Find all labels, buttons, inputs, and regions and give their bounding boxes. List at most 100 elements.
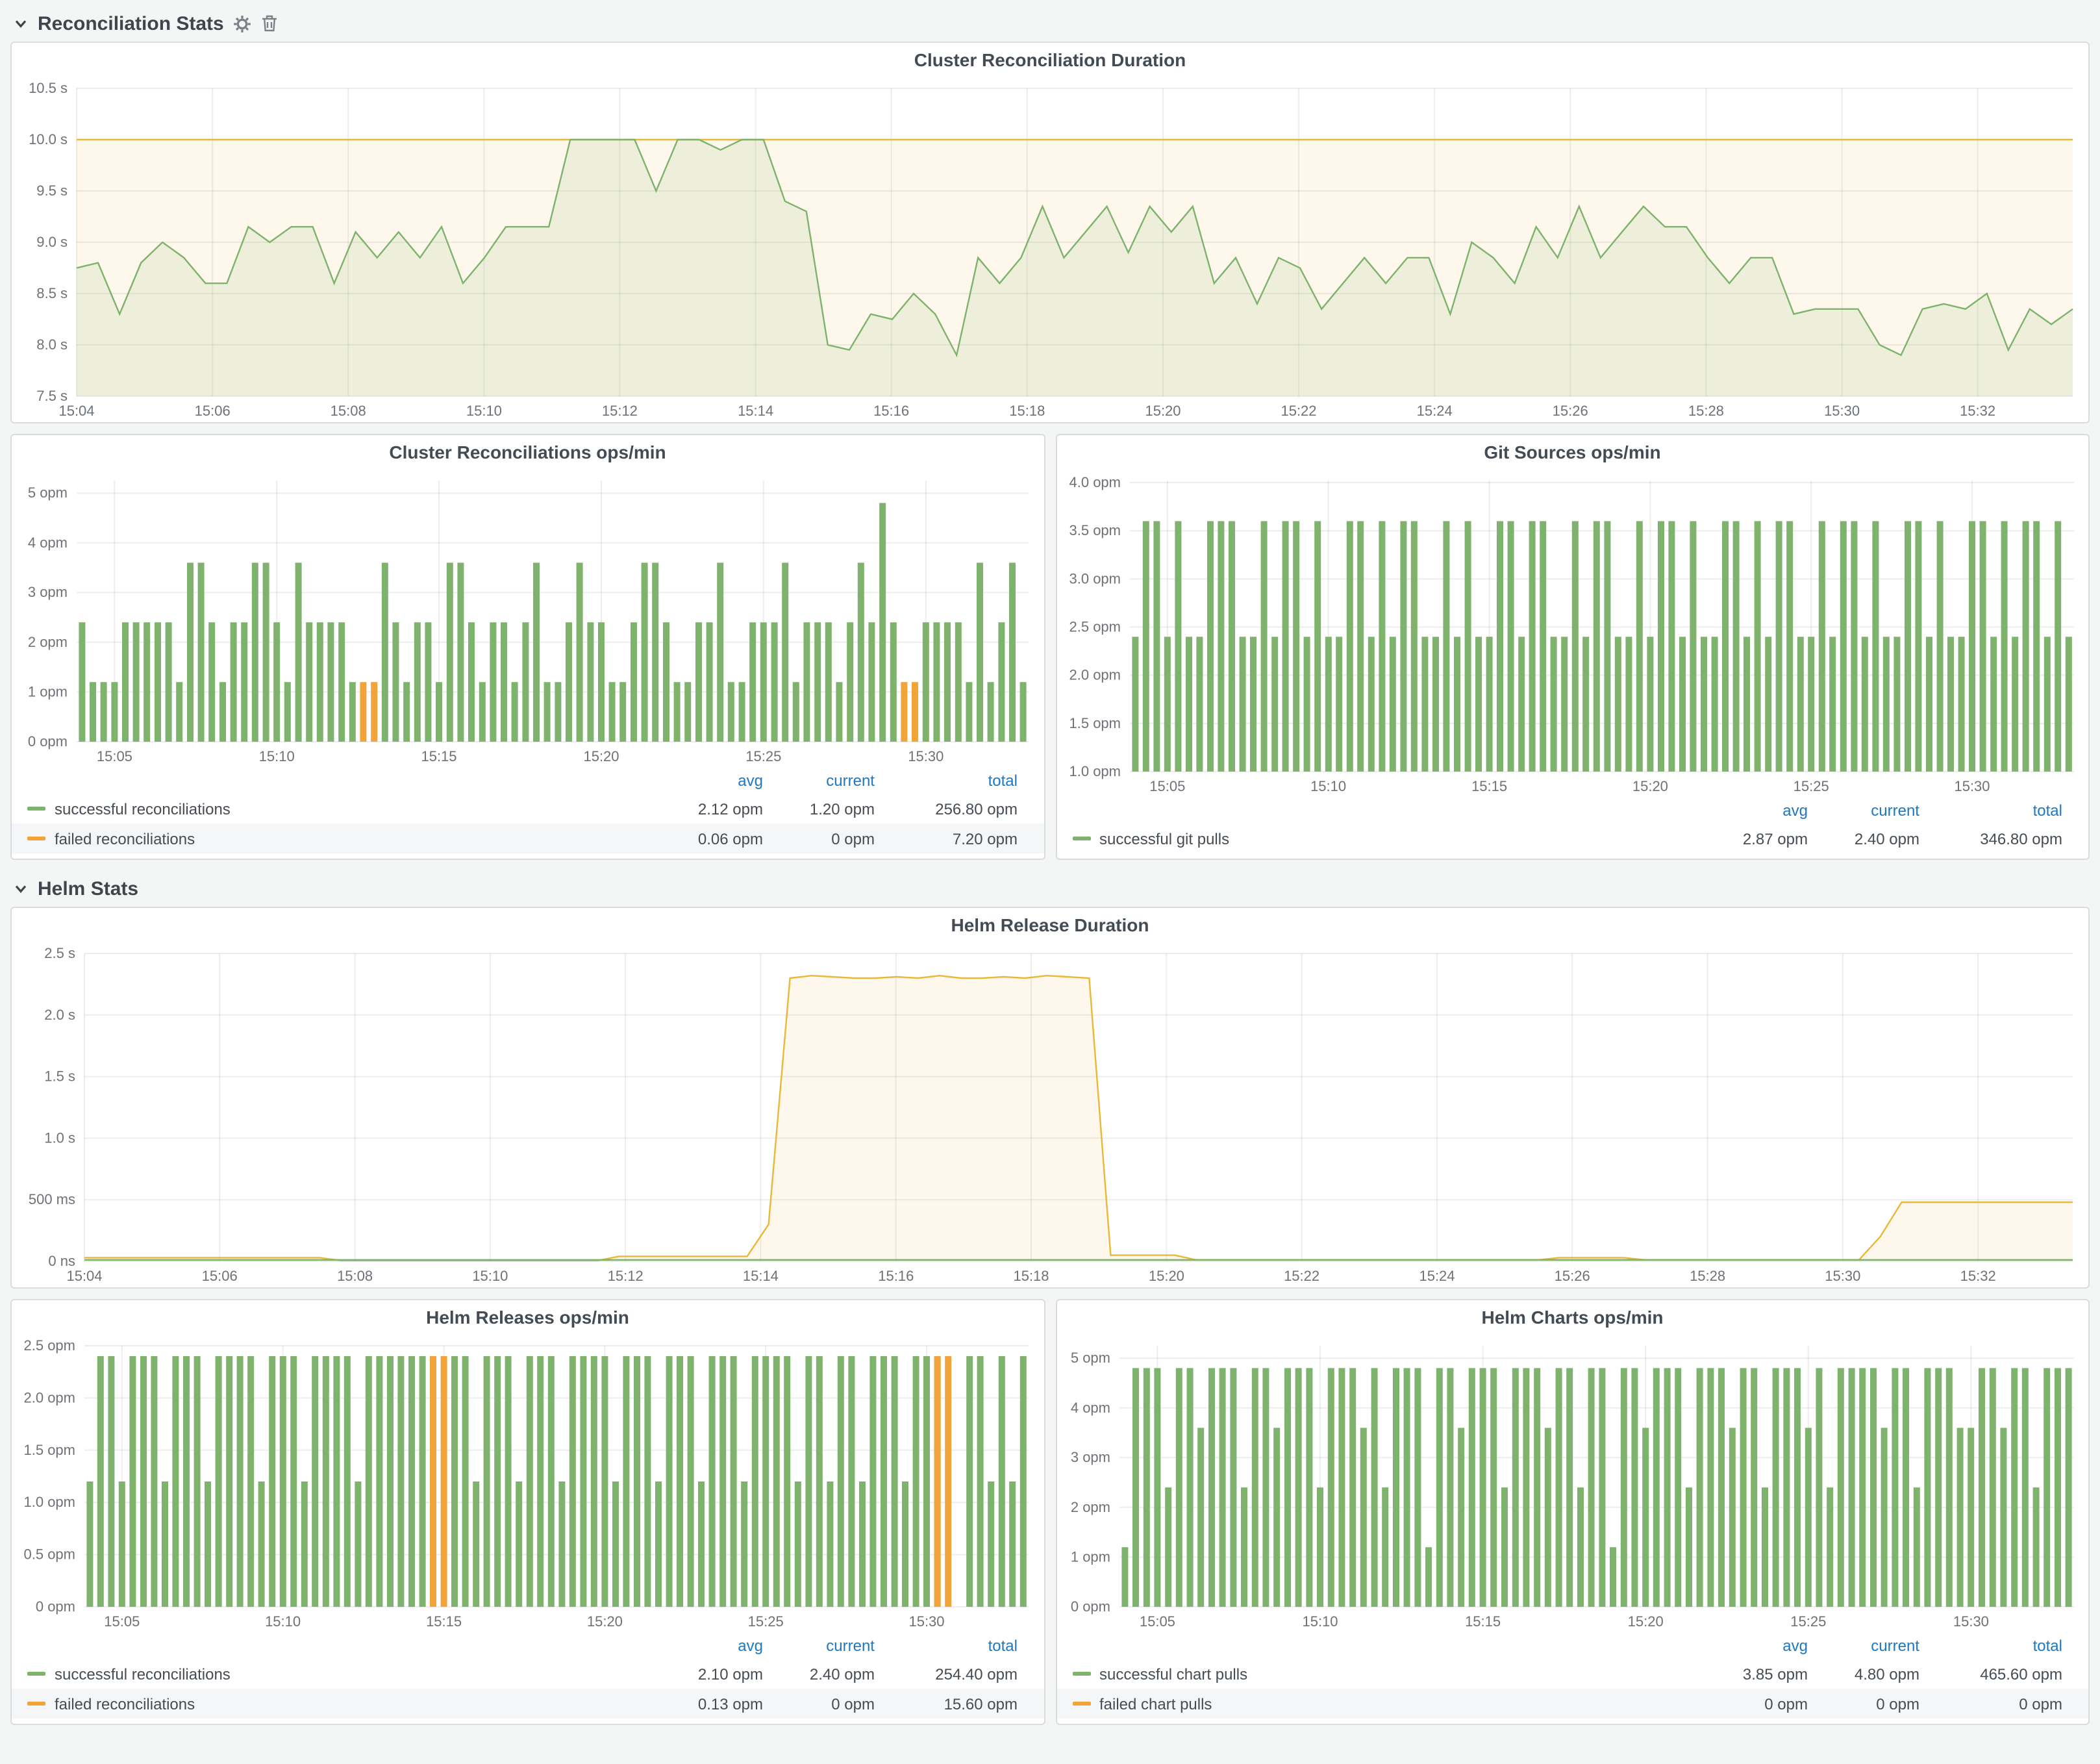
panel-title-cluster-reconciliations-opm[interactable]: Cluster Reconciliations ops/min (12, 435, 1044, 470)
series-avg: 3.85 opm (1696, 1665, 1808, 1683)
series-label: failed reconciliations (55, 1695, 195, 1713)
panel-cluster-reconciliations-opm: Cluster Reconciliations ops/min 0 opm 1 o… (10, 434, 1045, 860)
svg-text:15:25: 15:25 (1790, 1613, 1825, 1630)
legend-header: avg current total (1056, 798, 2088, 824)
legend-sort-current[interactable]: current (1808, 1637, 1919, 1655)
chevron-down-icon[interactable] (13, 881, 29, 896)
svg-text:2.5 s: 2.5 s (44, 945, 75, 961)
series-current: 0 opm (1808, 1695, 1919, 1713)
cluster-reconciliations-opm-chart[interactable]: 0 opm1 opm2 opm3 opm4 opm5 opm15:0515:10… (12, 470, 1044, 768)
legend: avg current total successful chart pulls… (1056, 1633, 2088, 1724)
svg-text:15:10: 15:10 (472, 1268, 508, 1284)
svg-text:15:15: 15:15 (1464, 1613, 1500, 1630)
svg-text:7.5 s: 7.5 s (36, 388, 68, 404)
svg-text:0 opm: 0 opm (28, 733, 68, 750)
svg-text:15:12: 15:12 (602, 403, 638, 419)
svg-text:15:22: 15:22 (1284, 1268, 1319, 1284)
panel-title-helm-charts-opm[interactable]: Helm Charts ops/min (1056, 1300, 2088, 1335)
legend-header: avg current total (12, 1633, 1044, 1659)
helm-releases-opm-chart[interactable]: 0 opm0.5 opm1.0 opm1.5 opm2.0 opm2.5 opm… (12, 1335, 1044, 1633)
svg-text:15:28: 15:28 (1688, 403, 1724, 419)
series-total: 346.80 opm (1919, 829, 2062, 848)
series-dash-icon (1072, 1702, 1090, 1706)
svg-text:15:12: 15:12 (608, 1268, 644, 1284)
series-label: successful chart pulls (1099, 1665, 1247, 1683)
svg-text:15:10: 15:10 (466, 403, 502, 419)
svg-text:15:20: 15:20 (1145, 403, 1181, 419)
section-header-helm-stats[interactable]: Helm Stats (10, 870, 2090, 907)
series-dash-icon (1072, 1672, 1090, 1676)
legend-sort-total[interactable]: total (1919, 801, 2062, 820)
legend-sort-total[interactable]: total (875, 1637, 1018, 1655)
panel-helm-charts-opm: Helm Charts ops/min 0 opm1 opm2 opm3 opm… (1055, 1299, 2090, 1725)
svg-text:15:10: 15:10 (1310, 778, 1345, 794)
legend-row-successful-chart-pulls[interactable]: successful chart pulls 3.85 opm 4.80 opm… (1056, 1659, 2088, 1689)
cluster-reconciliation-duration-chart[interactable]: 7.5 s8.0 s8.5 s9.0 s9.5 s10.0 s10.5 s15:… (12, 78, 2088, 422)
legend-header: avg current total (12, 768, 1044, 794)
legend-row-failed-chart-pulls[interactable]: failed chart pulls 0 opm 0 opm 0 opm (1056, 1689, 2088, 1719)
svg-text:15:22: 15:22 (1281, 403, 1316, 419)
svg-text:1 opm: 1 opm (1070, 1548, 1110, 1565)
svg-text:3.0 opm: 3.0 opm (1069, 570, 1121, 586)
gear-icon[interactable] (233, 14, 253, 33)
series-total: 7.20 opm (875, 829, 1018, 848)
svg-text:1.0 s: 1.0 s (44, 1129, 75, 1146)
panel-title-git-sources-opm[interactable]: Git Sources ops/min (1056, 435, 2088, 470)
legend-row-failed-reconciliations[interactable]: failed reconciliations 0.13 opm 0 opm 15… (12, 1689, 1044, 1719)
svg-text:9.5 s: 9.5 s (36, 183, 68, 199)
svg-text:15:16: 15:16 (878, 1268, 914, 1284)
legend-row-successful-reconciliations[interactable]: successful reconciliations 2.10 opm 2.40… (12, 1659, 1044, 1689)
panel-title-cluster-reconciliation-duration[interactable]: Cluster Reconciliation Duration (12, 43, 2088, 78)
legend-sort-current[interactable]: current (1808, 801, 1919, 820)
series-current: 0 opm (763, 829, 875, 848)
svg-text:2.0 s: 2.0 s (44, 1007, 75, 1023)
legend-sort-total[interactable]: total (1919, 1637, 2062, 1655)
section-header-reconciliation-stats[interactable]: Reconciliation Stats (10, 5, 2090, 42)
series-dash-icon (27, 837, 45, 840)
legend-sort-current[interactable]: current (763, 772, 875, 790)
series-label: successful reconciliations (55, 1665, 231, 1683)
trash-icon[interactable] (262, 14, 279, 32)
legend-sort-avg[interactable]: avg (1696, 1637, 1808, 1655)
svg-text:10.5 s: 10.5 s (29, 80, 68, 96)
svg-text:15:16: 15:16 (873, 403, 909, 419)
svg-text:15:08: 15:08 (337, 1268, 373, 1284)
legend-row-failed-reconciliations[interactable]: failed reconciliations 0.06 opm 0 opm 7.… (12, 824, 1044, 853)
git-sources-opm-chart[interactable]: 1.0 opm1.5 opm2.0 opm2.5 opm3.0 opm3.5 o… (1056, 470, 2088, 798)
svg-text:0 opm: 0 opm (36, 1598, 75, 1615)
legend-sort-total[interactable]: total (875, 772, 1018, 790)
svg-text:15:05: 15:05 (97, 748, 132, 764)
svg-text:15:14: 15:14 (743, 1268, 779, 1284)
svg-text:1.5 s: 1.5 s (44, 1068, 75, 1085)
panel-title-helm-releases-opm[interactable]: Helm Releases ops/min (12, 1300, 1044, 1335)
svg-text:5 opm: 5 opm (28, 485, 68, 501)
helm-charts-opm-chart[interactable]: 0 opm1 opm2 opm3 opm4 opm5 opm15:0515:10… (1056, 1335, 2088, 1633)
legend-row-successful-git-pulls[interactable]: successful git pulls 2.87 opm 2.40 opm 3… (1056, 824, 2088, 853)
series-avg: 2.87 opm (1696, 829, 1808, 848)
legend-sort-avg[interactable]: avg (651, 1637, 763, 1655)
svg-text:15:32: 15:32 (1960, 1268, 1996, 1284)
legend-sort-current[interactable]: current (763, 1637, 875, 1655)
svg-text:0 opm: 0 opm (1070, 1598, 1110, 1615)
series-avg: 2.12 opm (651, 800, 763, 818)
svg-text:15:06: 15:06 (202, 1268, 238, 1284)
svg-text:2.0 opm: 2.0 opm (1069, 667, 1121, 683)
series-current: 4.80 opm (1808, 1665, 1919, 1683)
series-dash-icon (27, 807, 45, 811)
chevron-down-icon[interactable] (13, 16, 29, 31)
svg-text:15:30: 15:30 (908, 1613, 944, 1630)
series-avg: 2.10 opm (651, 1665, 763, 1683)
svg-text:9.0 s: 9.0 s (36, 234, 68, 250)
legend-row-successful-reconciliations[interactable]: successful reconciliations 2.12 opm 1.20… (12, 794, 1044, 824)
svg-text:2 opm: 2 opm (1070, 1499, 1110, 1515)
panel-helm-releases-opm: Helm Releases ops/min 0 opm0.5 opm1.0 op… (10, 1299, 1045, 1725)
helm-release-duration-chart[interactable]: 0 ns500 ms1.0 s1.5 s2.0 s2.5 s15:0415:06… (12, 943, 2088, 1287)
series-total: 15.60 opm (875, 1695, 1018, 1713)
panel-title-helm-release-duration[interactable]: Helm Release Duration (12, 908, 2088, 943)
panel-git-sources-opm: Git Sources ops/min 1.0 opm1.5 opm2.0 op… (1055, 434, 2090, 860)
svg-text:1 opm: 1 opm (28, 683, 68, 699)
svg-text:15:06: 15:06 (195, 403, 231, 419)
legend-sort-avg[interactable]: avg (651, 772, 763, 790)
legend-sort-avg[interactable]: avg (1696, 801, 1808, 820)
series-current: 2.40 opm (1808, 829, 1919, 848)
